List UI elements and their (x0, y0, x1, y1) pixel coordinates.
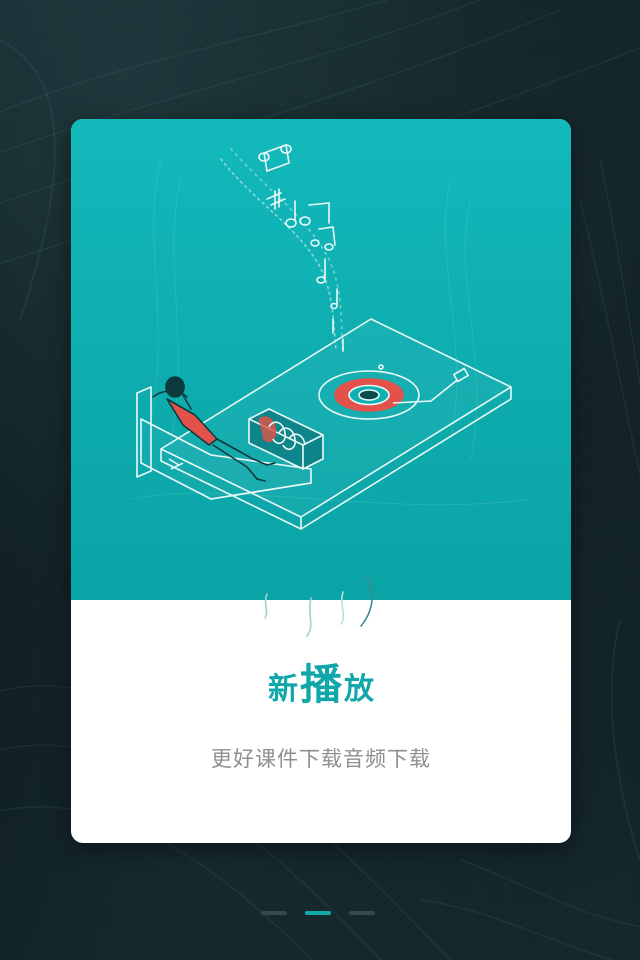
feature-title: 新播放 (71, 651, 571, 712)
onboarding-card: 新播放 更好课件下载音频下载 (71, 119, 571, 843)
page-dot-2-active[interactable] (305, 911, 331, 915)
sound-ripples-decoration (264, 575, 373, 637)
page-dot-1[interactable] (261, 911, 287, 915)
title-suffix: 放 (344, 672, 374, 707)
hero-illustration-panel (71, 119, 571, 600)
title-main: 播 (299, 660, 342, 709)
music-notes-icon (220, 143, 344, 355)
title-prefix: 新 (267, 672, 298, 707)
page-dot-3[interactable] (349, 911, 375, 915)
person-lounging-record-player-illustration (130, 143, 532, 530)
page-indicator (261, 911, 381, 917)
feature-subtitle: 更好课件下载音频下载 (211, 747, 431, 771)
